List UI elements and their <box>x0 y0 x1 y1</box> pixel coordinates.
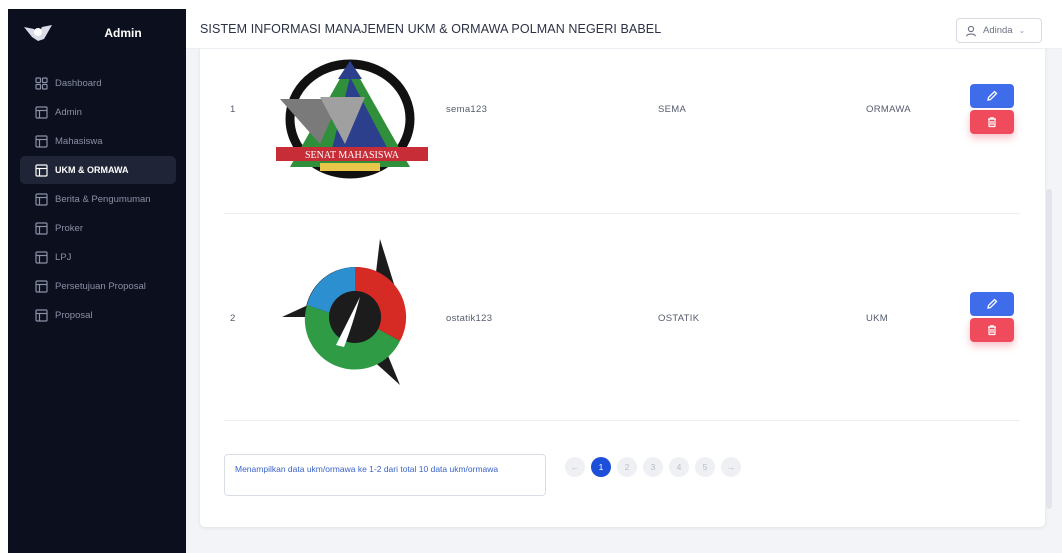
table-row: 2 ostatik123 OSTATIK UKM <box>224 215 1020 421</box>
sidebar-item-admin[interactable]: Admin <box>20 98 176 126</box>
sema-logo-image: SENAT MAHASISWA <box>270 49 430 184</box>
layout-icon <box>35 279 48 293</box>
ukm-table-card: 1 SENAT MAHASISWA sema123 SEMA ORMAWA 2 … <box>200 39 1045 527</box>
sidebar-item-label: UKM & ORMAWA <box>55 165 129 175</box>
scrollbar[interactable] <box>1046 189 1052 509</box>
username-cell: ostatik123 <box>446 313 493 324</box>
sidebar-item-mahasiswa[interactable]: Mahasiswa <box>20 127 176 155</box>
user-name: Adinda <box>983 25 1013 36</box>
sidebar-item-label: Proker <box>55 222 83 234</box>
trash-icon <box>988 117 996 128</box>
layout-icon <box>35 163 48 177</box>
layout-icon <box>35 105 48 119</box>
sidebar-item-label: Proposal <box>55 309 93 321</box>
user-menu-button[interactable]: Adinda ⌄ <box>956 18 1042 43</box>
name-cell: OSTATIK <box>658 313 700 324</box>
pencil-icon <box>987 298 998 309</box>
sidebar-item-berita-pengumuman[interactable]: Berita & Pengumuman <box>20 185 176 213</box>
type-cell: UKM <box>866 313 889 324</box>
layout-icon <box>35 192 48 206</box>
pagination-info: Menampilkan data ukm/ormawa ke 1-2 dari … <box>224 454 546 496</box>
sidebar-item-lpj[interactable]: LPJ <box>20 243 176 271</box>
layout-icon <box>35 250 48 264</box>
user-icon <box>965 25 977 36</box>
sidebar-item-label: Dashboard <box>55 77 102 89</box>
layout-icon <box>35 134 48 148</box>
pagination: ← 1 2 3 4 5 → <box>565 457 747 477</box>
pagination-prev-button[interactable]: ← <box>565 457 585 477</box>
page-button[interactable]: 4 <box>669 457 689 477</box>
page-button[interactable]: 2 <box>617 457 637 477</box>
layout-icon <box>35 221 48 235</box>
screen-top-edge <box>0 0 1062 9</box>
sidebar-nav: Dashboard Admin Mahasiswa UKM & ORMAWA B… <box>8 69 186 330</box>
pagination-next-button[interactable]: → <box>721 457 741 477</box>
page-title: SISTEM INFORMASI MANAJEMEN UKM & ORMAWA … <box>200 21 662 36</box>
delete-button[interactable] <box>970 110 1014 134</box>
edit-button[interactable] <box>970 84 1014 108</box>
edit-button[interactable] <box>970 292 1014 316</box>
sidebar: Admin Dashboard Admin Mahasiswa UKM & OR… <box>8 9 186 553</box>
trash-icon <box>988 325 996 336</box>
page-button[interactable]: 1 <box>591 457 611 477</box>
type-cell: ORMAWA <box>866 104 911 115</box>
sidebar-item-label: Berita & Pengumuman <box>55 193 151 205</box>
ostatik-logo-image <box>280 237 430 387</box>
sidebar-item-label: LPJ <box>55 251 72 263</box>
grid-icon <box>35 76 48 90</box>
layout-icon <box>35 308 48 322</box>
sidebar-item-proposal[interactable]: Proposal <box>20 301 176 329</box>
row-number: 2 <box>230 313 236 324</box>
table-row: 1 SENAT MAHASISWA sema123 SEMA ORMAWA <box>224 39 1020 214</box>
page-button[interactable]: 3 <box>643 457 663 477</box>
sidebar-item-proker[interactable]: Proker <box>20 214 176 242</box>
sidebar-item-label: Persetujuan Proposal <box>55 280 146 292</box>
main-content: 1 SENAT MAHASISWA sema123 SEMA ORMAWA 2 … <box>186 9 1062 553</box>
username-cell: sema123 <box>446 104 488 115</box>
page-button[interactable]: 5 <box>695 457 715 477</box>
sidebar-item-persetujuan-proposal[interactable]: Persetujuan Proposal <box>20 272 176 300</box>
sidebar-item-label: Admin <box>55 106 82 118</box>
sidebar-title: Admin <box>104 26 142 40</box>
sidebar-item-dashboard[interactable]: Dashboard <box>20 69 176 97</box>
sidebar-item-ukm-ormawa[interactable]: UKM & ORMAWA <box>20 156 176 184</box>
brand-logo-icon <box>24 25 52 41</box>
topbar: SISTEM INFORMASI MANAJEMEN UKM & ORMAWA … <box>186 9 1062 49</box>
row-number: 1 <box>230 104 236 115</box>
logo-label: SENAT MAHASISWA <box>305 150 400 161</box>
chevron-down-icon: ⌄ <box>1018 26 1026 35</box>
name-cell: SEMA <box>658 104 687 115</box>
sidebar-brand: Admin <box>8 9 186 57</box>
pencil-icon <box>987 90 998 101</box>
delete-button[interactable] <box>970 318 1014 342</box>
sidebar-item-label: Mahasiswa <box>55 135 103 147</box>
